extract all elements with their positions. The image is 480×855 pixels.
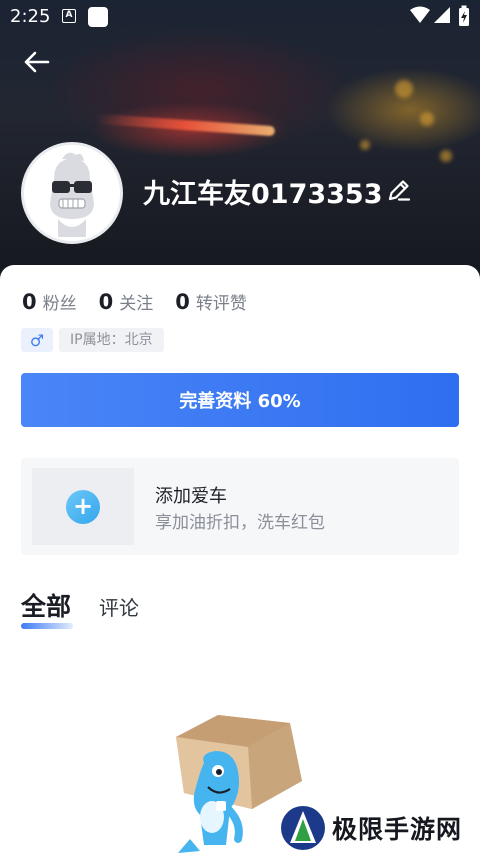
content-tabs: 全部 评论: [21, 587, 139, 629]
add-car-subtitle: 享加油折扣，洗车红包: [155, 513, 325, 533]
status-bar: 2:25 A: [0, 0, 480, 34]
car-taillight-decoration: [94, 113, 276, 137]
site-logo-icon: [281, 805, 325, 850]
stat-following[interactable]: 0 关注: [99, 289, 154, 314]
male-gender-icon: ♂: [21, 328, 53, 352]
wifi-icon: [410, 6, 430, 23]
notification-square-icon: [88, 7, 108, 27]
arrow-left-icon: [24, 51, 50, 73]
stat-label: 关注: [119, 294, 154, 314]
bokeh-light: [420, 112, 434, 126]
tab-comments[interactable]: 评论: [99, 592, 139, 623]
stat-label: 粉丝: [42, 294, 77, 314]
mascot-avatar-icon: [24, 145, 120, 241]
plus-icon: +: [66, 489, 100, 524]
tab-all[interactable]: 全部: [21, 587, 73, 629]
stat-followers[interactable]: 0 粉丝: [22, 289, 77, 314]
avatar[interactable]: [21, 142, 123, 244]
add-car-thumbnail: +: [32, 468, 134, 545]
stat-interactions[interactable]: 0 转评赞: [175, 289, 247, 314]
battery-charging-icon: [459, 5, 469, 26]
notification-a-icon: A: [62, 9, 76, 23]
signal-icon: [434, 7, 450, 23]
back-button[interactable]: [18, 44, 54, 80]
stats-row: 0 粉丝 0 关注 0 转评赞: [22, 289, 269, 314]
profile-card: 0 粉丝 0 关注 0 转评赞 ♂ IP属地：北京 完善资料 60% + 添加爱…: [0, 265, 480, 855]
edit-profile-button[interactable]: [385, 176, 413, 204]
bokeh-light: [395, 80, 413, 98]
ip-location-badge: IP属地：北京: [59, 328, 164, 352]
watermark-text: 极限手游网: [332, 814, 463, 844]
bokeh-light: [440, 150, 452, 162]
pencil-icon: [388, 180, 411, 201]
complete-profile-button[interactable]: 完善资料 60%: [21, 373, 459, 427]
add-car-title: 添加爱车: [155, 486, 227, 507]
stat-value: 0: [22, 290, 37, 314]
bokeh-light: [360, 140, 370, 150]
stat-label: 转评赞: [195, 294, 247, 314]
active-tab-indicator: [21, 623, 73, 629]
stat-value: 0: [175, 290, 190, 314]
profile-tags: ♂ IP属地：北京: [21, 328, 164, 352]
site-watermark: 极限手游网: [280, 800, 480, 855]
add-car-card[interactable]: + 添加爱车 享加油折扣，洗车红包: [21, 458, 459, 555]
stat-value: 0: [98, 290, 114, 314]
username: 九江车友0173353: [143, 179, 383, 210]
status-time: 2:25: [10, 6, 51, 27]
tab-all-label: 全部: [21, 592, 72, 621]
